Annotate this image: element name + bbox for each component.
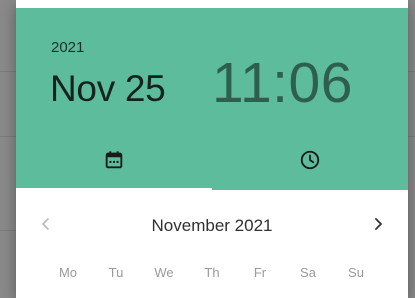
weekday-label: Tu	[108, 265, 124, 280]
tab-time[interactable]	[212, 136, 408, 190]
weekday-label: Su	[348, 265, 364, 280]
backdrop-divider	[408, 136, 415, 137]
chevron-right-icon	[371, 217, 385, 236]
backdrop-divider	[0, 71, 16, 72]
weekday-label: We	[154, 265, 174, 280]
month-navigation: November 2021	[16, 212, 408, 240]
selected-time[interactable]: 11:06	[212, 50, 353, 116]
weekday-label: Mo	[58, 265, 78, 280]
backdrop-divider	[0, 230, 16, 231]
month-label[interactable]: November 2021	[16, 216, 408, 236]
selected-date[interactable]: Nov 25	[50, 68, 166, 110]
clock-icon	[299, 149, 321, 176]
calendar-icon	[103, 149, 125, 176]
tab-date[interactable]	[16, 136, 212, 190]
weekday-label: Fr	[253, 265, 267, 280]
next-month-button[interactable]	[364, 212, 392, 240]
backdrop-divider	[0, 136, 16, 137]
calendar-panel: November 2021 Mo Tu We Th Fr Sa Su	[16, 190, 408, 298]
backdrop-divider	[408, 71, 415, 72]
weekday-label: Th	[204, 265, 220, 280]
year-label[interactable]: 2021	[51, 39, 84, 56]
picker-header: 2021 Nov 25 11:06	[16, 8, 408, 191]
picker-tabs	[16, 136, 408, 191]
datetime-picker-dialog: 2021 Nov 25 11:06 November 2021 Mo Tu We…	[16, 0, 408, 298]
weekday-label: Sa	[300, 265, 316, 280]
weekday-header: Mo Tu We Th Fr Sa Su	[16, 265, 408, 285]
